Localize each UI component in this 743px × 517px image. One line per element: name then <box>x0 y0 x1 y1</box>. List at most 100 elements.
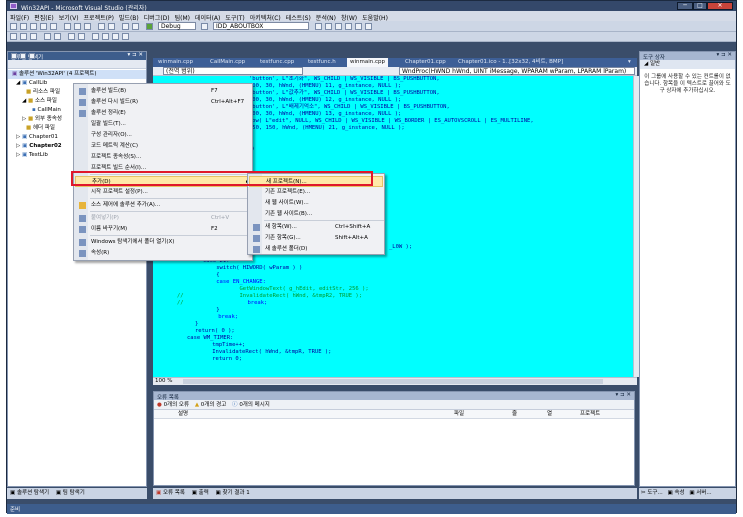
toolbox-group[interactable]: ◢ 일반 <box>640 60 735 69</box>
warnings-filter[interactable]: 0개의 경고 <box>201 402 227 408</box>
tab-winmain-cpp-active[interactable]: winmain.cpp <box>347 58 389 67</box>
tab-toolbox[interactable]: ✂ 도구... <box>641 490 663 496</box>
tree-item-solution[interactable]: ▣ 솔루션 'Win32API' (4 프로젝트) <box>8 70 146 79</box>
column-column[interactable]: 열 <box>547 410 552 419</box>
extension-manager-icon[interactable] <box>365 23 372 30</box>
start-page-icon[interactable] <box>355 23 362 30</box>
context-menu-item-10[interactable]: 소스 제어에 솔루션 추가(A)... <box>75 200 251 211</box>
context-menu-item-14[interactable]: 속성(R) <box>75 248 251 259</box>
zoom-level[interactable]: 100 % <box>155 378 172 384</box>
tab-testfunc-h[interactable]: testfunc.h <box>305 58 339 67</box>
code-line: 150, 150, hWnd, (HMENU) 21, g_instance, … <box>249 125 405 131</box>
tab-solution-explorer[interactable]: ▣ 솔루션 탐색기 <box>10 490 49 496</box>
tree-item-label: 헤더 파일 <box>32 125 55 131</box>
submenu-item-5[interactable]: 기존 항목(G)... Shift+Alt+A <box>249 233 383 244</box>
panel-pin-icon[interactable]: ▾ ⊐ ✕ <box>128 52 143 58</box>
tab-team-explorer[interactable]: ▣ 팀 탐색기 <box>56 490 85 496</box>
tab-callmain-cpp[interactable]: CallMain.cpp <box>207 58 248 67</box>
context-menu-item-13[interactable]: Windows 탐색기에서 폴더 열기(X) <box>75 237 251 248</box>
code-line: case WM_TIMER: <box>187 335 234 341</box>
prev-bookmark-icon[interactable] <box>102 33 109 40</box>
toolbox-title: 도구 상자 ▾ ⊐ ✕ <box>640 52 735 61</box>
context-menu-item-1[interactable]: 솔루션 다시 빌드(R) Ctrl+Alt+F7 <box>75 97 251 108</box>
toolbox-icon[interactable] <box>345 23 352 30</box>
scroll-thumb[interactable] <box>183 379 603 384</box>
tab-winmain-cpp[interactable]: winmain.cpp <box>155 58 196 67</box>
errors-filter[interactable]: 0개의 오류 <box>164 402 190 408</box>
cut-icon[interactable] <box>64 23 71 30</box>
context-menu-item-6[interactable]: 프로젝트 종속성(S)... <box>75 152 251 163</box>
column-file[interactable]: 파일 <box>454 410 464 419</box>
uncomment-icon[interactable] <box>78 33 85 40</box>
panel-pin-icon[interactable]: ▾ ⊐ ✕ <box>616 392 631 398</box>
submenu-item-2[interactable]: 새 웹 사이트(W)... <box>249 198 383 209</box>
save-all-icon[interactable] <box>50 23 57 30</box>
tab-server-explorer[interactable]: ▣ 서버... <box>689 490 711 496</box>
tab-find-results[interactable]: ▣ 찾기 결과 1 <box>216 490 250 496</box>
toggle-bookmark-icon[interactable] <box>92 33 99 40</box>
left-bottom-tabs: ▣ 솔루션 탐색기 ▣ 팀 탐색기 <box>7 488 147 499</box>
parameter-info-icon[interactable] <box>20 33 27 40</box>
solution-explorer-icon[interactable] <box>325 23 332 30</box>
context-menu-item-9[interactable]: 시작 프로젝트 설정(P)... <box>75 187 251 198</box>
tab-label: 속성 <box>674 490 685 496</box>
context-menu-item-11[interactable]: 붙여넣기(P) Ctrl+V <box>75 213 251 224</box>
column-description[interactable]: 설명 <box>178 410 188 419</box>
save-icon[interactable] <box>40 23 47 30</box>
close-button[interactable]: ✕ <box>707 2 733 10</box>
find-in-files-icon[interactable] <box>315 23 322 30</box>
find-combo[interactable]: IDD_ABOUTBOX <box>213 22 309 30</box>
tab-chapter01-ico[interactable]: Chapter01.ico - 1..[32x32, 4비트, BMP] <box>455 58 566 67</box>
copy-icon[interactable] <box>74 23 81 30</box>
submenu-item-1[interactable]: 기존 프로젝트(E)... <box>249 187 383 198</box>
tab-properties[interactable]: ▣ 속성 <box>667 490 684 496</box>
new-project-icon[interactable] <box>10 23 17 30</box>
comment-icon[interactable] <box>68 33 75 40</box>
function-dropdown[interactable]: WndProc(HWND hWnd, UINT iMessage, WPARAM… <box>399 67 635 75</box>
start-debug-icon[interactable] <box>146 23 153 30</box>
tab-testfunc-cpp[interactable]: testfunc.cpp <box>257 58 297 67</box>
tab-overflow-icon[interactable]: ▾ <box>625 58 634 67</box>
list-members-icon[interactable] <box>10 33 17 40</box>
show-all-files-icon[interactable] <box>20 53 26 59</box>
properties-icon[interactable] <box>335 23 342 30</box>
menu-item-shortcut: Ctrl+Shift+A <box>335 224 371 230</box>
tab-output[interactable]: ▣ 출력 <box>192 490 209 496</box>
tab-error-list[interactable]: ▣ 오류 목록 <box>156 490 185 496</box>
properties-icon[interactable] <box>11 53 17 59</box>
tab-chapter01-cpp[interactable]: Chapter01.cpp <box>402 58 449 67</box>
navigate-forward-icon[interactable] <box>132 23 139 30</box>
column-line[interactable]: 줄 <box>512 410 517 419</box>
horizontal-scrollbar[interactable]: 100 % <box>153 377 637 385</box>
context-menu-item-5[interactable]: 코드 메트릭 계산(C) <box>75 141 251 152</box>
paste-icon[interactable] <box>84 23 91 30</box>
menu-item-label: 이름 바꾸기(M) <box>91 226 128 232</box>
increase-indent-icon[interactable] <box>54 33 61 40</box>
submenu-item-3[interactable]: 기존 웹 사이트(B)... <box>249 209 383 220</box>
decrease-indent-icon[interactable] <box>44 33 51 40</box>
refresh-icon[interactable] <box>29 53 35 59</box>
submenu-item-4[interactable]: 새 항목(W)... Ctrl+Shift+A <box>249 222 383 233</box>
quick-info-icon[interactable] <box>30 33 37 40</box>
scope-dropdown[interactable]: (전역 범위) <box>163 67 303 75</box>
context-menu-item-3[interactable]: 일괄 빌드(T)... <box>75 119 251 130</box>
navigate-back-icon[interactable] <box>122 23 129 30</box>
clear-bookmarks-icon[interactable] <box>122 33 129 40</box>
column-project[interactable]: 프로젝트 <box>580 410 600 419</box>
context-menu-item-4[interactable]: 구성 관리자(O)... <box>75 130 251 141</box>
messages-filter[interactable]: 0개의 메시지 <box>239 402 270 408</box>
submenu-item-6[interactable]: 새 솔루션 폴더(D) <box>249 244 383 255</box>
undo-icon[interactable] <box>98 23 105 30</box>
context-menu-item-2[interactable]: 솔루션 정리(E) <box>75 108 251 119</box>
add-item-icon[interactable] <box>20 23 27 30</box>
find-icon[interactable] <box>201 23 208 30</box>
minimize-button[interactable]: ─ <box>677 2 693 10</box>
config-dropdown[interactable]: Debug <box>158 22 196 30</box>
context-menu-item-12[interactable]: 이름 바꾸기(M) F2 <box>75 224 251 235</box>
next-bookmark-icon[interactable] <box>112 33 119 40</box>
open-icon[interactable] <box>30 23 37 30</box>
maximize-button[interactable]: □ <box>693 2 707 10</box>
panel-pin-icon[interactable]: ▾ ⊐ ✕ <box>717 52 732 58</box>
context-menu-item-0[interactable]: 솔루션 빌드(B) F7 <box>75 86 251 97</box>
redo-icon[interactable] <box>108 23 115 30</box>
